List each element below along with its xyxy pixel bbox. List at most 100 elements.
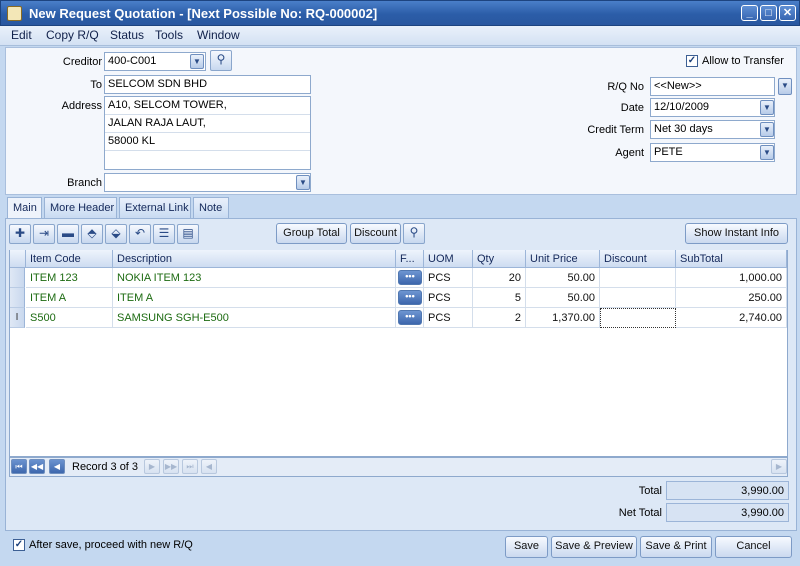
list-icon[interactable]: ☰ [153, 224, 175, 244]
move-down-icon[interactable]: ⬙ [105, 224, 127, 244]
ellipsis-button[interactable]: ••• [398, 270, 422, 285]
add-row-icon[interactable]: ✚ [9, 224, 31, 244]
move-up-icon[interactable]: ⬘ [81, 224, 103, 244]
address-line-3[interactable]: 58000 KL [105, 133, 310, 151]
table-cell-unit-price[interactable]: 50.00 [526, 268, 600, 288]
col-discount[interactable]: Discount [600, 250, 676, 268]
first-record-icon[interactable]: ⏮ [11, 459, 27, 474]
table-cell-description[interactable]: ITEM A [113, 288, 396, 308]
table-cell-uom[interactable]: PCS [424, 288, 473, 308]
menu-tools[interactable]: Tools [155, 28, 183, 42]
tab-external-link[interactable]: External Link [119, 197, 191, 218]
col-subtotal[interactable]: SubTotal [676, 250, 787, 268]
after-save-checkbox[interactable]: ✓ [13, 539, 25, 551]
rq-no-dropdown-icon[interactable]: ▼ [778, 78, 792, 95]
restore-button[interactable]: □ [760, 5, 777, 21]
tab-note[interactable]: Note [193, 197, 229, 218]
table-cell-discount[interactable] [600, 288, 676, 308]
address-box[interactable]: A10, SELCOM TOWER, JALAN RAJA LAUT, 5800… [104, 96, 311, 170]
agent-dropdown-icon[interactable]: ▼ [760, 145, 774, 160]
save-button[interactable]: Save [505, 536, 548, 558]
to-field[interactable]: SELCOM SDN BHD [104, 75, 311, 94]
previous-record-icon[interactable]: ◀ [49, 459, 65, 474]
row-selector-current[interactable]: I [10, 308, 25, 328]
col-f[interactable]: F... [396, 250, 424, 268]
scroll-left-icon[interactable]: ◀ [201, 459, 217, 474]
delete-row-icon[interactable]: ▬ [57, 224, 79, 244]
next-record-icon[interactable]: ▶ [144, 459, 160, 474]
insert-row-icon[interactable]: ⇥ [33, 224, 55, 244]
discount-button[interactable]: Discount [350, 223, 401, 244]
date-field[interactable]: 12/10/2009 [650, 98, 775, 117]
table-cell-unit-price[interactable]: 50.00 [526, 288, 600, 308]
save-print-button[interactable]: Save & Print [640, 536, 712, 558]
next-page-icon[interactable]: ▶▶ [163, 459, 179, 474]
menu-window[interactable]: Window [197, 28, 240, 42]
minimize-button[interactable]: _ [741, 5, 758, 21]
col-qty[interactable]: Qty [473, 250, 526, 268]
col-uom[interactable]: UOM [424, 250, 473, 268]
credit-term-dropdown-icon[interactable]: ▼ [760, 122, 774, 137]
table-cell-qty[interactable]: 5 [473, 288, 526, 308]
address-line-2[interactable]: JALAN RAJA LAUT, [105, 115, 310, 133]
menu-copy-rq[interactable]: Copy R/Q [46, 28, 99, 42]
table-cell-qty[interactable]: 2 [473, 308, 526, 328]
creditor-label: Creditor [62, 56, 102, 68]
detail-icon[interactable]: ▤ [177, 224, 199, 244]
after-save-label: After save, proceed with new R/Q [29, 539, 193, 551]
credit-term-field[interactable]: Net 30 days [650, 120, 775, 139]
scroll-right-icon[interactable]: ▶ [771, 459, 787, 474]
address-line-1[interactable]: A10, SELCOM TOWER, [105, 97, 310, 115]
table-cell-subtotal[interactable]: 2,740.00 [676, 308, 787, 328]
table-cell-uom[interactable]: PCS [424, 268, 473, 288]
discount-search-icon[interactable]: ⚲ [403, 223, 425, 244]
last-record-icon[interactable]: ⏭ [182, 459, 198, 474]
table-cell-unit-price[interactable]: 1,370.00 [526, 308, 600, 328]
table-cell-discount-focused[interactable] [600, 308, 676, 328]
table-cell-item-code[interactable]: ITEM 123 [26, 268, 113, 288]
agent-field[interactable]: PETE [650, 143, 775, 162]
tab-main[interactable]: Main [7, 197, 42, 219]
cancel-button[interactable]: Cancel [715, 536, 792, 558]
row-selector[interactable] [10, 288, 25, 308]
table-cell-item-code[interactable]: ITEM A [26, 288, 113, 308]
rq-no-label: R/Q No [607, 81, 644, 93]
col-item-code[interactable]: Item Code [26, 250, 113, 268]
creditor-dropdown-icon[interactable]: ▼ [190, 54, 204, 69]
table-cell-subtotal[interactable]: 250.00 [676, 288, 787, 308]
tab-more-header[interactable]: More Header [44, 197, 117, 218]
group-total-button[interactable]: Group Total [276, 223, 347, 244]
table-cell-uom[interactable]: PCS [424, 308, 473, 328]
table-cell-item-code[interactable]: S500 [26, 308, 113, 328]
table-cell-description[interactable]: SAMSUNG SGH-E500 [113, 308, 396, 328]
menu-edit[interactable]: Edit [11, 28, 32, 42]
menu-status[interactable]: Status [110, 28, 144, 42]
branch-field[interactable] [104, 173, 311, 192]
to-label: To [90, 79, 102, 91]
rq-no-field[interactable]: <<New>> [650, 77, 775, 96]
address-line-4[interactable] [105, 151, 310, 168]
ellipsis-button[interactable]: ••• [398, 310, 422, 325]
table-cell-f: ••• [396, 308, 424, 328]
search-icon[interactable]: ⚲ [210, 50, 232, 71]
undo-icon[interactable]: ↶ [129, 224, 151, 244]
allow-transfer-checkbox[interactable]: ✓ [686, 55, 698, 67]
credit-term-label: Credit Term [587, 124, 644, 136]
table-cell-f: ••• [396, 268, 424, 288]
table-cell-description[interactable]: NOKIA ITEM 123 [113, 268, 396, 288]
table-cell-discount[interactable] [600, 268, 676, 288]
show-instant-info-button[interactable]: Show Instant Info [685, 223, 788, 244]
row-selector[interactable] [10, 268, 25, 288]
ellipsis-button[interactable]: ••• [398, 290, 422, 305]
table-cell-qty[interactable]: 20 [473, 268, 526, 288]
date-label: Date [620, 102, 644, 114]
save-preview-button[interactable]: Save & Preview [551, 536, 637, 558]
close-button[interactable]: ✕ [779, 5, 796, 21]
date-dropdown-icon[interactable]: ▼ [760, 100, 774, 115]
col-description[interactable]: Description [113, 250, 396, 268]
net-total-label: Net Total [618, 507, 662, 519]
col-unit-price[interactable]: Unit Price [526, 250, 600, 268]
previous-page-icon[interactable]: ◀◀ [29, 459, 45, 474]
table-cell-subtotal[interactable]: 1,000.00 [676, 268, 787, 288]
branch-dropdown-icon[interactable]: ▼ [296, 175, 310, 190]
